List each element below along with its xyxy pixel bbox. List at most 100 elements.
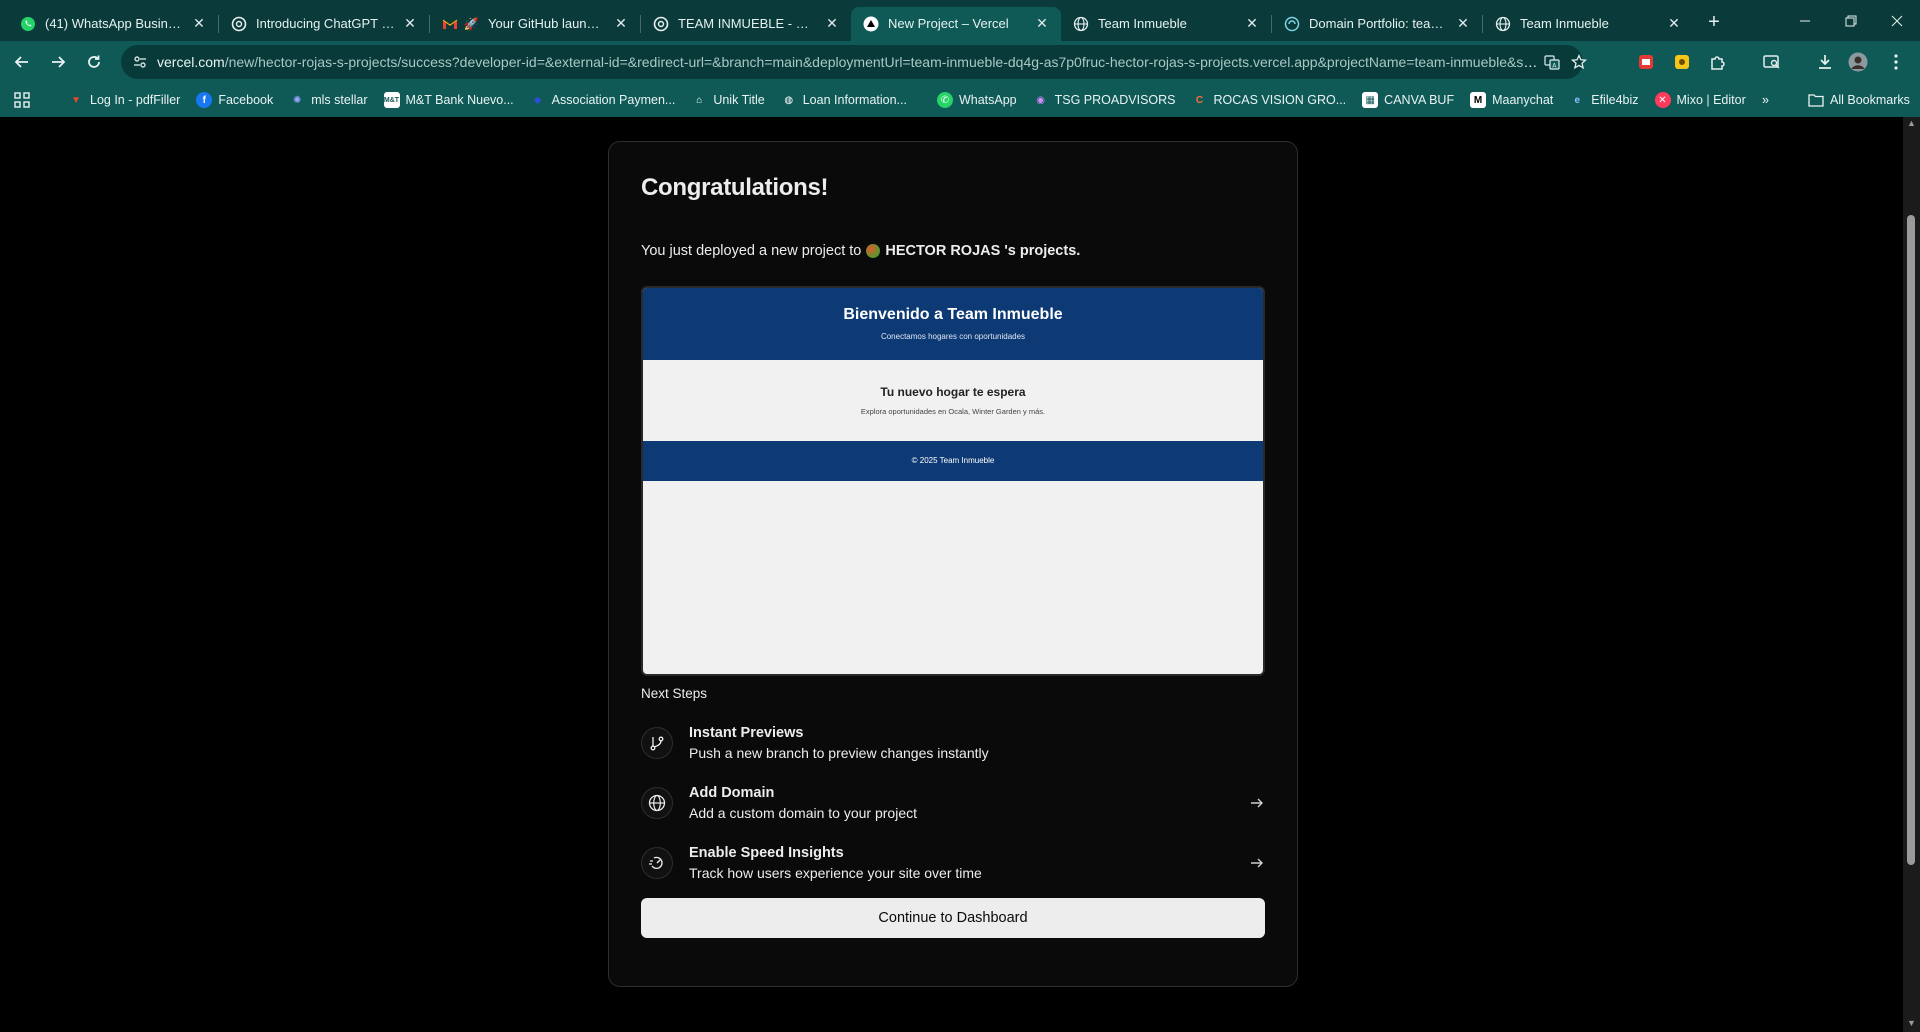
close-tab-icon[interactable]: ✕ bbox=[401, 15, 419, 33]
canva-icon: ▦ bbox=[1362, 92, 1379, 108]
bookmark-label: Facebook bbox=[218, 93, 274, 107]
tab-chatgpt[interactable]: Introducing ChatGPT | OpenAI ✕ bbox=[219, 7, 429, 41]
facebook-icon: f bbox=[196, 92, 213, 108]
efile-icon: e bbox=[1574, 94, 1581, 106]
unik-icon: ⌂ bbox=[696, 94, 703, 106]
tab-title: Team Inmueble bbox=[1520, 16, 1609, 31]
deployment-preview[interactable]: Bienvenido a Team Inmueble Conectamos ho… bbox=[641, 286, 1265, 676]
tsg-icon: ◉ bbox=[1036, 94, 1045, 106]
back-icon[interactable] bbox=[4, 44, 40, 80]
bookmark-unik-title[interactable]: ⌂ Unik Title bbox=[683, 87, 772, 113]
tab-team-inmueble[interactable]: Team Inmueble ✕ bbox=[1061, 7, 1271, 41]
restore-icon[interactable] bbox=[1828, 0, 1874, 41]
step-speed-insights[interactable]: Enable Speed Insights Track how users ex… bbox=[641, 845, 1267, 897]
step-instant-previews[interactable]: Instant Previews Push a new branch to pr… bbox=[641, 725, 1267, 777]
tab-strip: (41) WhatsApp Business ✕ Introducing Cha… bbox=[0, 0, 1920, 41]
bookmark-whatsapp[interactable]: ✆ WhatsApp bbox=[929, 87, 1025, 113]
deploy-subtitle: You just deployed a new project to HECTO… bbox=[641, 243, 1080, 259]
bookmark-label: CANVA BUF bbox=[1384, 93, 1455, 107]
close-tab-icon[interactable]: ✕ bbox=[1454, 15, 1472, 33]
bookmark-mls-stellar[interactable]: ✺ mls stellar bbox=[281, 87, 375, 113]
extension-yellow-icon[interactable] bbox=[1671, 51, 1693, 73]
bookmark-label: Log In - pdfFiller bbox=[90, 93, 181, 107]
tab-whatsapp[interactable]: (41) WhatsApp Business ✕ bbox=[8, 7, 218, 41]
domain-icon bbox=[1284, 16, 1300, 32]
browser-menu-icon[interactable] bbox=[1885, 51, 1907, 73]
close-tab-icon[interactable]: ✕ bbox=[1033, 15, 1051, 33]
bookmark-efile4biz[interactable]: e Efile4biz bbox=[1561, 87, 1646, 113]
scroll-up-icon[interactable]: ▲ bbox=[1907, 119, 1916, 128]
bookmark-facebook[interactable]: f Facebook bbox=[188, 87, 281, 113]
profile-avatar[interactable] bbox=[1847, 51, 1869, 73]
url-host: vercel.com bbox=[157, 54, 225, 70]
bookmark-label: mls stellar bbox=[311, 93, 368, 107]
close-tab-icon[interactable]: ✕ bbox=[1243, 15, 1261, 33]
reload-icon[interactable] bbox=[76, 44, 112, 80]
bookmark-loan-information[interactable]: ◍ Loan Information... bbox=[773, 87, 915, 113]
page-viewport: Congratulations! You just deployed a new… bbox=[0, 117, 1903, 1032]
minimize-icon[interactable] bbox=[1782, 0, 1828, 41]
extension-red-icon[interactable] bbox=[1635, 51, 1657, 73]
tab-search-icon[interactable] bbox=[1761, 51, 1783, 73]
bookmark-label: M&T Bank Nuevo... bbox=[405, 93, 514, 107]
bookmark-rocas-vision[interactable]: C ROCAS VISION GRO... bbox=[1184, 87, 1355, 113]
bookmark-label: ROCAS VISION GRO... bbox=[1213, 93, 1347, 107]
bookmark-tsg-proadvisors[interactable]: ◉ TSG PROADVISORS bbox=[1025, 87, 1184, 113]
download-icon[interactable] bbox=[1814, 51, 1836, 73]
deploy-success-card: Congratulations! You just deployed a new… bbox=[608, 141, 1298, 987]
bookmark-canva-buf[interactable]: ▦ CANVA BUF bbox=[1354, 87, 1462, 113]
globe-icon bbox=[1495, 16, 1511, 32]
close-tab-icon[interactable]: ✕ bbox=[823, 15, 841, 33]
all-bookmarks-button[interactable]: All Bookmarks bbox=[1800, 87, 1918, 113]
speed-insights-icon bbox=[641, 847, 673, 879]
step-title: Add Domain bbox=[689, 785, 775, 801]
arrow-right-icon bbox=[1247, 793, 1267, 813]
next-steps-heading: Next Steps bbox=[641, 686, 708, 701]
close-tab-icon[interactable]: ✕ bbox=[1665, 15, 1683, 33]
url-path: /new/hector-rojas-s-projects/success?dev… bbox=[224, 54, 1542, 70]
bookmark-mixo-editor[interactable]: ✕ Mixo | Editor bbox=[1647, 87, 1754, 113]
tab-team-inmueble-2[interactable]: Team Inmueble ✕ bbox=[1483, 7, 1693, 41]
site-info-icon[interactable] bbox=[125, 47, 155, 77]
tab-title: Domain Portfolio: team-inmueble bbox=[1309, 16, 1448, 31]
close-tab-icon[interactable]: ✕ bbox=[190, 15, 208, 33]
bookmark-maanychat[interactable]: M Maanychat bbox=[1462, 87, 1561, 113]
tab-title: Your GitHub launch code bbox=[488, 16, 606, 31]
preview-hero-text: Explora oportunidades en Ocala, Winter G… bbox=[860, 407, 1046, 416]
close-tab-icon[interactable]: ✕ bbox=[612, 15, 630, 33]
bookmarks-bar: ▼ Log In - pdfFiller f Facebook ✺ mls stell… bbox=[0, 83, 1920, 117]
step-description: Add a custom domain to your project bbox=[689, 805, 918, 821]
scroll-thumb[interactable] bbox=[1907, 215, 1915, 865]
tab-gmail[interactable]: 🚀 Your GitHub launch code ✕ bbox=[430, 7, 640, 41]
bookmark-association-payment[interactable]: ◆ Association Paymen... bbox=[522, 87, 684, 113]
continue-to-dashboard-button[interactable]: Continue to Dashboard bbox=[641, 898, 1265, 938]
bookmark-star-icon[interactable] bbox=[1569, 52, 1589, 72]
page-scrollbar[interactable]: ▲ ▼ bbox=[1903, 117, 1920, 1032]
bookmark-pdffiller[interactable]: ▼ Log In - pdfFiller bbox=[60, 87, 188, 113]
translate-icon[interactable]: A bbox=[1542, 52, 1562, 72]
step-add-domain[interactable]: Add Domain Add a custom domain to your p… bbox=[641, 785, 1267, 837]
bookmark-label: Maanychat bbox=[1492, 93, 1554, 107]
globe-icon: ◍ bbox=[784, 94, 794, 106]
bookmark-label: Loan Information... bbox=[802, 93, 907, 107]
preview-footer: © 2025 Team Inmueble bbox=[643, 441, 1263, 481]
apps-grid-icon[interactable] bbox=[0, 83, 44, 117]
close-window-icon[interactable] bbox=[1874, 0, 1920, 41]
tab-team-inmueble-crear[interactable]: TEAM INMUEBLE - Crear proyecto ✕ bbox=[641, 7, 851, 41]
bookmarks-overflow-icon[interactable]: » bbox=[1754, 87, 1777, 113]
mixo-icon: ✕ bbox=[1654, 92, 1671, 108]
tab-domain-portfolio[interactable]: Domain Portfolio: team-inmueble ✕ bbox=[1272, 7, 1482, 41]
vercel-icon bbox=[863, 16, 879, 32]
step-description: Track how users experience your site ove… bbox=[689, 865, 982, 881]
tab-new-project-vercel[interactable]: New Project – Vercel ✕ bbox=[851, 6, 1061, 41]
address-bar[interactable]: vercel.com/new/hector-rojas-s-projects/s… bbox=[121, 45, 1587, 79]
scroll-down-icon[interactable]: ▼ bbox=[1907, 1019, 1916, 1028]
tab-title: Team Inmueble bbox=[1098, 16, 1187, 31]
step-title: Enable Speed Insights bbox=[689, 845, 844, 861]
new-tab-button[interactable]: + bbox=[1697, 6, 1731, 40]
forward-icon[interactable] bbox=[40, 44, 76, 80]
extensions-puzzle-icon[interactable] bbox=[1707, 51, 1729, 73]
manychat-icon: M bbox=[1470, 92, 1487, 108]
bookmark-mt-bank[interactable]: M&T M&T Bank Nuevo... bbox=[376, 87, 522, 113]
globe-icon bbox=[641, 787, 673, 819]
